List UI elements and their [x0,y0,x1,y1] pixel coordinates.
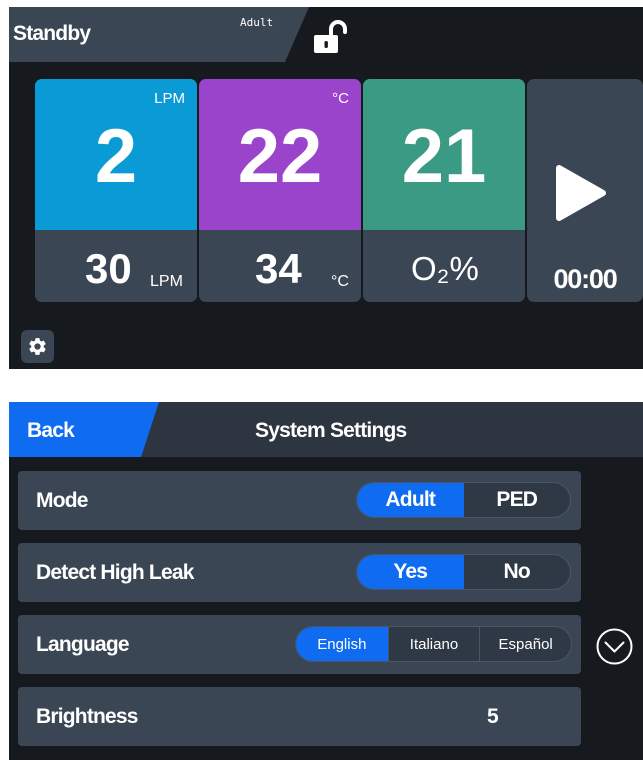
flow-current: LPM 2 [35,79,197,230]
page-title: System Settings [255,419,407,442]
temperature-current: °C 22 [199,79,361,230]
detect-high-leak-toggle[interactable]: Yes No [356,554,571,590]
oxygen-current: 21 [363,79,525,230]
temperature-value: 22 [237,114,323,199]
temperature-unit: °C [332,90,349,107]
standby-screen: Standby Adult LPM 2 30 LPM °C 22 34 °C 2… [9,7,643,369]
language-option-espanol[interactable]: Español [479,627,571,661]
mode-option-adult[interactable]: Adult [357,483,464,517]
flow-target-unit: LPM [150,273,183,290]
flow-target-value: 30 [85,245,132,292]
flow-unit: LPM [154,90,185,107]
brightness-label: Brightness [36,705,138,728]
unlocked-padlock-icon[interactable] [312,19,350,55]
mode-option-ped[interactable]: PED [464,483,571,517]
settings-button[interactable] [21,330,54,363]
brightness-row[interactable]: Brightness 5 [18,687,581,746]
language-label: Language [36,633,130,656]
mode-row: Mode Adult PED [18,471,581,530]
back-label: Back [27,419,75,442]
mode-indicator: Adult [240,16,274,29]
status-label: Standby [13,22,91,45]
mode-toggle[interactable]: Adult PED [356,482,571,518]
oxygen-value: 21 [401,114,487,199]
temperature-target-unit: °C [331,273,349,290]
mode-label: Mode [36,489,88,512]
flow-target: 30 LPM [35,230,197,302]
gear-icon [29,338,46,355]
language-selector[interactable]: English Italiano Español [295,626,572,662]
detect-high-leak-row: Detect High Leak Yes No [18,543,581,602]
flow-value: 2 [94,114,138,199]
temperature-target: 34 °C [199,230,361,302]
oxygen-tile[interactable]: 21 O₂% [363,79,525,302]
language-option-italiano[interactable]: Italiano [387,627,480,661]
standby-header: Standby Adult [9,7,643,62]
temperature-tile[interactable]: °C 22 34 °C [199,79,361,302]
play-icon[interactable] [553,164,607,222]
chevron-down-icon[interactable] [596,628,633,665]
flow-tile[interactable]: LPM 2 30 LPM [35,79,197,302]
timer-display: 00:00 [553,264,617,294]
leak-option-yes[interactable]: Yes [357,555,464,589]
start-tile[interactable]: 00:00 [527,79,643,302]
language-option-english[interactable]: English [296,627,388,661]
system-settings-screen: Back System Settings Mode Adult PED Dete… [9,402,643,760]
temperature-target-value: 34 [255,245,302,292]
oxygen-label: O₂% [411,250,479,287]
detect-high-leak-label: Detect High Leak [36,561,194,584]
language-row: Language English Italiano Español [18,615,581,674]
leak-option-no[interactable]: No [464,555,571,589]
settings-header: Back System Settings [9,402,643,457]
brightness-value: 5 [487,705,499,728]
oxygen-label-area: O₂% [363,230,525,302]
